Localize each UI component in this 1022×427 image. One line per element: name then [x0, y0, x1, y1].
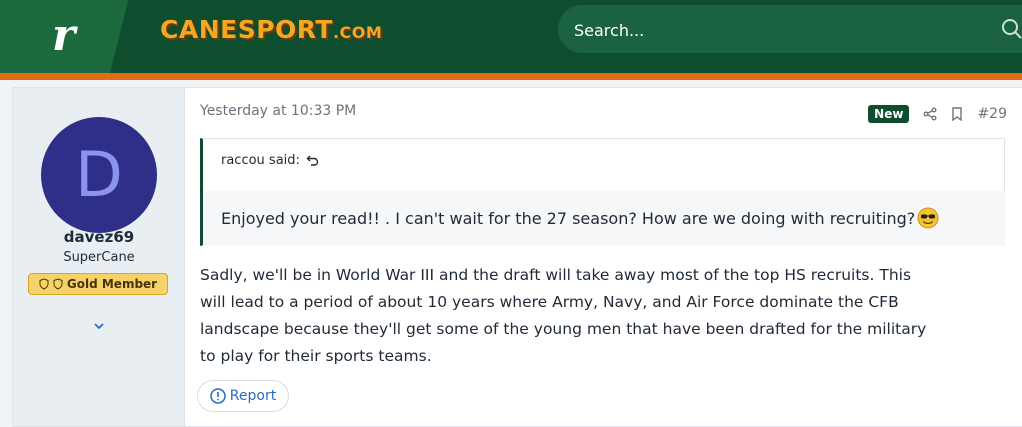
chevron-down-icon[interactable] [91, 318, 107, 334]
report-button[interactable]: Report [197, 380, 289, 412]
quote-text-row: Enjoyed your read!! . I can't wait for t… [221, 207, 939, 229]
bookmark-icon[interactable] [951, 107, 963, 121]
quote-header[interactable]: raccou said: [221, 153, 319, 168]
report-label: Report [229, 388, 277, 404]
post-timestamp[interactable]: Yesterday at 10:33 PM [200, 103, 356, 119]
message-line: Sadly, we'll be in World War III and the… [200, 266, 912, 284]
logo-letter[interactable]: r [52, 6, 92, 66]
new-badge: New [868, 105, 910, 123]
message-line: to play for their sports teams. [200, 347, 432, 365]
site-header: r CANESPORT.COM [0, 0, 1022, 73]
message-line: will lead to a period of about 10 years … [200, 293, 899, 311]
search-input[interactable] [572, 5, 956, 55]
message-line: landscape because they'll get some of th… [200, 320, 927, 338]
member-badge: Gold Member [28, 273, 168, 295]
site-tld: .COM [332, 23, 383, 42]
post-message: Sadly, we'll be in World War III and the… [200, 262, 1020, 370]
badge-label: Gold Member [66, 277, 158, 291]
user-title: SuperCane [63, 250, 135, 265]
share-icon[interactable] [923, 107, 937, 121]
site-name: CANESPORT [160, 15, 333, 44]
sunglasses-emoji-icon [917, 207, 939, 229]
search-bar[interactable] [558, 5, 1022, 55]
username[interactable]: davez69 [13, 228, 185, 246]
quote-content: Enjoyed your read!! . I can't wait for t… [203, 191, 1005, 246]
search-icon[interactable] [1000, 17, 1022, 41]
quote-block: raccou said: Enjoyed your read!! . I can… [200, 138, 1005, 246]
post-actions: New #29 [868, 103, 1007, 125]
exclamation-circle-icon [210, 388, 226, 404]
post-number[interactable]: #29 [977, 106, 1007, 122]
post-author-panel: D davez69 SuperCane Gold Member [12, 87, 185, 427]
header-stripe [0, 73, 1022, 80]
site-logo[interactable]: CANESPORT.COM [160, 12, 382, 48]
avatar[interactable]: D [41, 117, 157, 233]
quote-author[interactable]: raccou said: [221, 153, 300, 168]
post-body: Yesterday at 10:33 PM New #29 raccou sai… [184, 87, 1022, 427]
return-arrow-icon[interactable] [306, 154, 319, 167]
shield-icon [53, 278, 63, 290]
shield-icon [39, 278, 49, 290]
quote-text: Enjoyed your read!! . I can't wait for t… [221, 208, 916, 228]
